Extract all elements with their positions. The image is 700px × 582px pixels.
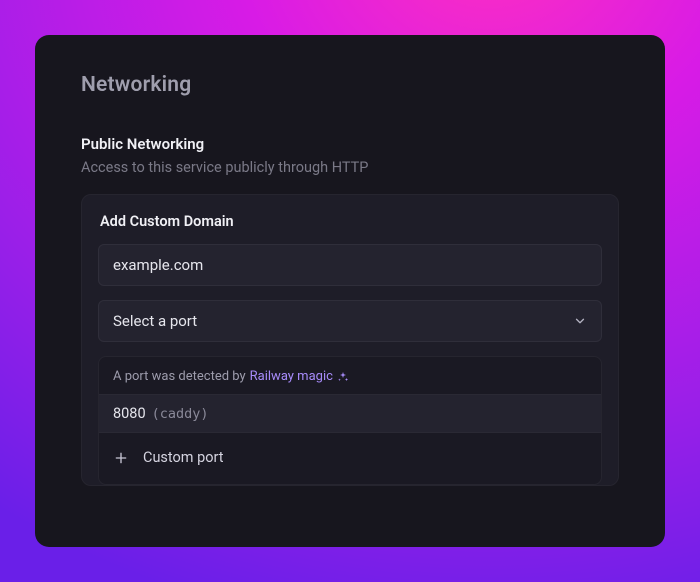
- port-option-port: 8080: [113, 405, 146, 422]
- port-option[interactable]: 8080 (caddy): [99, 394, 601, 433]
- port-detected-prefix: A port was detected by: [113, 369, 246, 384]
- add-custom-domain-title: Add Custom Domain: [98, 213, 602, 230]
- custom-port-label: Custom port: [143, 449, 224, 466]
- public-networking-description: Access to this service publicly through …: [81, 159, 619, 176]
- railway-magic-link-label: Railway magic: [250, 369, 333, 384]
- port-detected-message: A port was detected by Railway magic: [99, 357, 601, 394]
- chevron-down-icon: [573, 314, 587, 328]
- port-select-label: Select a port: [113, 312, 197, 330]
- domain-input[interactable]: [98, 244, 602, 286]
- add-custom-domain-card: Add Custom Domain Select a port A port w…: [81, 194, 619, 486]
- plus-icon: [113, 450, 129, 466]
- port-select[interactable]: Select a port: [98, 300, 602, 342]
- networking-panel: Networking Public Networking Access to t…: [35, 35, 665, 547]
- port-dropdown: A port was detected by Railway magic 808…: [98, 356, 602, 485]
- port-option-meta: (caddy): [152, 406, 209, 422]
- custom-port-option[interactable]: Custom port: [99, 433, 601, 484]
- sparkle-icon: [337, 371, 349, 383]
- section-title: Networking: [81, 73, 619, 97]
- public-networking-block: Public Networking Access to this service…: [81, 135, 619, 176]
- public-networking-heading: Public Networking: [81, 135, 619, 153]
- railway-magic-link[interactable]: Railway magic: [250, 369, 349, 384]
